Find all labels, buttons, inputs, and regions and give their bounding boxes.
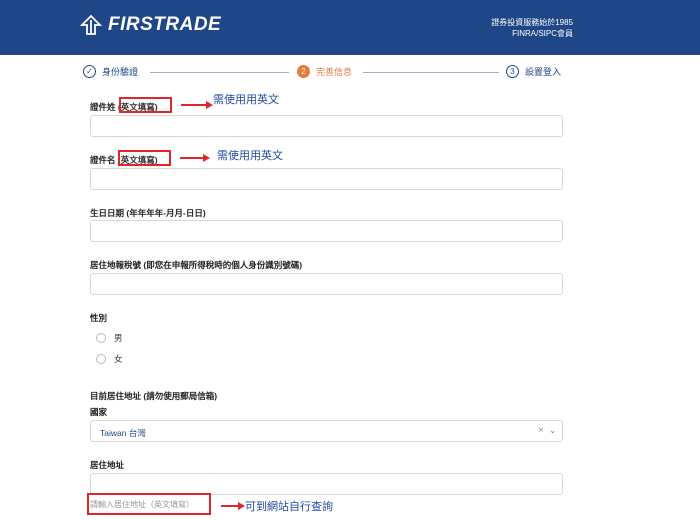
tax-id-input[interactable] [90,273,563,295]
header-tagline: 證券投資服務始於1985 FINRA/SIPC會員 [491,17,573,39]
step-connector [363,72,499,73]
annotation-arrow [181,101,213,109]
address-section-label: 目前居住地址 (請勿使用郵局信箱) [90,391,218,401]
gender-option-male[interactable]: 男 [96,332,123,344]
surname-note-highlight [119,97,172,113]
step-label: 身份驗證 [102,67,139,77]
dob-input[interactable] [90,220,563,242]
surname-hint: 需使用用英文 [213,94,279,106]
radio-circle[interactable] [96,354,106,364]
chevron-down-icon[interactable]: ⌄ [549,426,556,435]
address-hint: 可到網站自行查詢 [245,501,333,513]
given-name-hint: 需使用用英文 [217,150,283,162]
header: FIRSTRADE 證券投資服務始於1985 FINRA/SIPC會員 [0,0,700,55]
logo-arrow-icon [80,14,102,35]
tax-id-label: 居住地報稅號 (即您在申報所得稅時的個人身份識別號碼) [90,260,303,270]
country-select-value: Taiwan 台灣 [100,428,146,438]
clear-icon[interactable]: × [538,425,544,436]
address-placeholder-highlight [87,493,211,515]
address-label: 居住地址 [90,460,125,470]
tagline-line2: FINRA/SIPC會員 [512,29,573,38]
step-number-icon: 3 [506,65,519,78]
step-complete-info: 2 完善信息 [297,65,352,78]
progress-steps: ✓ 身份驗證 2 完善信息 3 設置登入 [83,63,565,81]
gender-option-label: 女 [114,354,123,364]
annotation-arrow [180,154,210,162]
annotation-arrow [221,502,245,510]
given-name-label-text: 證件名 [90,155,116,165]
gender-option-label: 男 [114,333,123,343]
step-number-icon: 2 [297,65,310,78]
step-label: 完善信息 [316,67,353,77]
gender-option-female[interactable]: 女 [96,353,123,365]
step-connector [150,72,289,73]
step-label: 設置登入 [525,67,562,77]
given-name-input[interactable] [90,168,563,190]
country-select[interactable]: Taiwan 台灣 × ⌄ [90,420,563,442]
firstrade-logo[interactable]: FIRSTRADE [80,14,221,36]
step-setup-login: 3 設置登入 [506,65,561,78]
country-label: 國家 [90,407,108,417]
radio-circle[interactable] [96,333,106,343]
surname-input[interactable] [90,115,563,137]
dob-label: 生日日期 (年年年年-月月-日日) [90,208,206,218]
tagline-line1: 證券投資服務始於1985 [491,18,573,27]
surname-label-text: 證件姓 [90,102,116,112]
check-icon: ✓ [83,65,96,78]
gender-label: 性別 [90,313,108,323]
step-identity-verification: ✓ 身份驗證 [83,65,138,78]
brand-name: FIRSTRADE [108,14,222,35]
given-name-note-highlight [118,150,171,166]
address-input[interactable] [90,473,563,495]
